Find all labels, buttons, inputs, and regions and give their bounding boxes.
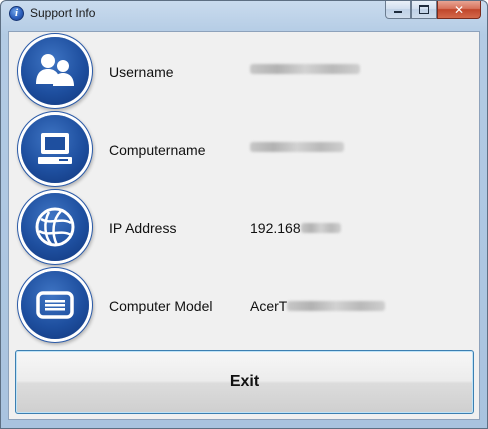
computer-icon [21,115,89,183]
keyboard-icon [21,271,89,339]
computer-model-label: Computer Model [109,298,213,314]
exit-button[interactable]: Exit [15,350,474,414]
close-icon: ✕ [453,2,465,17]
redaction-blur [287,301,386,311]
ip-address-row: IP Address 192.168 [9,188,479,262]
username-row: Username [9,32,479,106]
support-info-window: i Support Info ✕ Username Computername I… [0,0,488,429]
computername-row: Computername [9,110,479,184]
username-label: Username [109,64,174,80]
ip-address-value: 192.168 [250,220,341,236]
info-icon: i [9,6,24,21]
client-area: Username Computername IP Address 192.168… [8,31,480,420]
redaction-blur [300,223,341,233]
minimize-icon [394,11,402,13]
minimize-button[interactable] [385,1,411,19]
close-button[interactable]: ✕ [437,1,481,19]
caption-buttons: ✕ [385,1,481,20]
maximize-icon [419,5,429,14]
globe-icon [21,193,89,261]
window-title: Support Info [30,6,96,20]
computername-label: Computername [109,142,206,158]
computer-model-value: AcerT [250,298,386,314]
ip-address-value-text: 192.168 [250,220,301,236]
computer-model-value-text: AcerT [250,298,288,314]
redaction-blur [250,64,360,74]
ip-address-label: IP Address [109,220,177,236]
redaction-blur [250,142,344,152]
username-value [250,64,360,74]
users-icon [21,37,89,105]
maximize-button[interactable] [411,1,437,19]
computername-value [250,142,344,152]
computer-model-row: Computer Model AcerT [9,266,479,340]
title-bar[interactable]: i Support Info ✕ [1,1,487,25]
